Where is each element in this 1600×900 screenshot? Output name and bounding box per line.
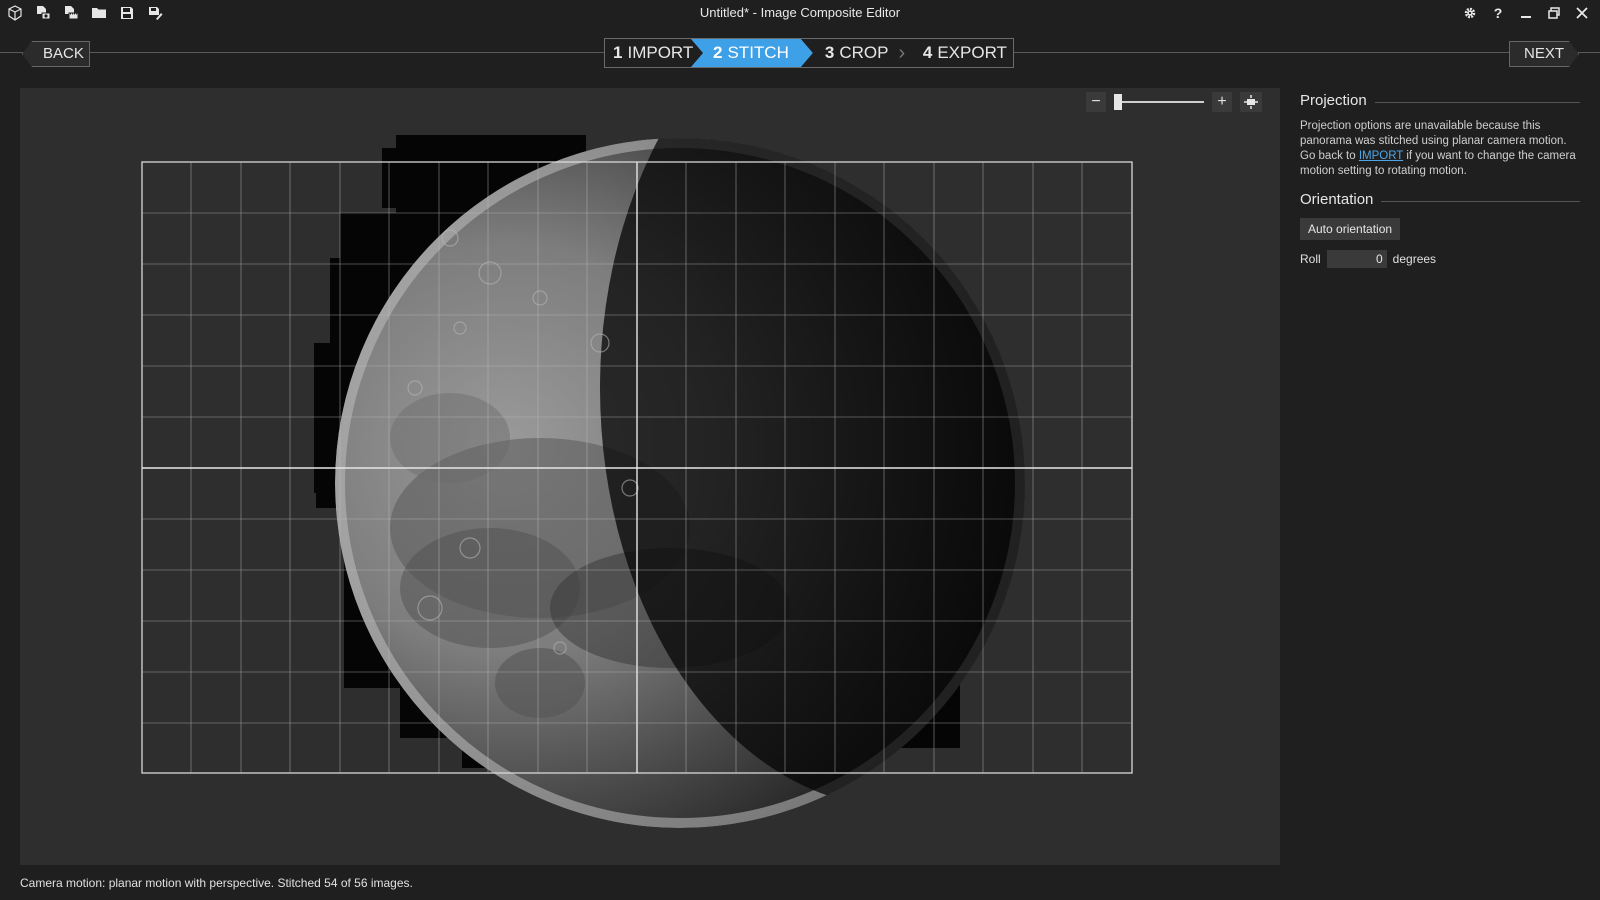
roll-row: Roll 0 degrees (1300, 250, 1580, 268)
properties-panel: Projection Projection options are unavai… (1300, 92, 1580, 268)
alignment-grid (141, 161, 1133, 774)
zoom-in-button[interactable]: + (1212, 92, 1232, 112)
zoom-slider-thumb[interactable] (1114, 94, 1122, 110)
panorama-stage[interactable] (20, 88, 1280, 865)
projection-description: Projection options are unavailable becau… (1300, 119, 1580, 179)
section-title: Orientation (1300, 191, 1374, 208)
chevron-right-icon: › (898, 41, 906, 64)
divider (1381, 201, 1580, 202)
zoom-slider[interactable] (1114, 94, 1204, 110)
section-title: Projection (1300, 92, 1367, 109)
projection-heading: Projection (1300, 92, 1580, 109)
step-label: EXPORT (937, 43, 1007, 62)
next-button[interactable]: NEXT (1509, 41, 1579, 67)
fit-to-window-icon[interactable] (1240, 92, 1262, 112)
divider (1374, 102, 1580, 103)
step-import[interactable]: 1 IMPORT (605, 39, 701, 67)
auto-orientation-button[interactable]: Auto orientation (1300, 218, 1401, 240)
roll-unit: degrees (1392, 252, 1437, 266)
status-bar: Camera motion: planar motion with perspe… (20, 876, 413, 890)
help-icon[interactable]: ? (1486, 2, 1510, 24)
window-title: Untitled* - Image Composite Editor (699, 5, 901, 20)
step-label: IMPORT (627, 43, 694, 62)
roll-input[interactable]: 0 (1326, 250, 1387, 268)
import-link[interactable]: IMPORT (1359, 150, 1403, 162)
gear-icon[interactable] (1458, 2, 1482, 24)
title-bar: Untitled* - Image Composite Editor ? (0, 0, 1600, 26)
step-number: 2 (713, 43, 723, 62)
window-controls: ? (1458, 2, 1594, 24)
step-crop[interactable]: 3 CROP (803, 39, 895, 67)
step-number: 3 (824, 43, 835, 62)
orientation-heading: Orientation (1300, 191, 1580, 208)
step-label: CROP (839, 43, 889, 62)
minimize-icon[interactable] (1514, 2, 1538, 24)
back-button[interactable]: BACK (22, 41, 90, 67)
wizard-steps: 1 IMPORT 2 STITCH 3 CROP › 4 EXPORT (604, 38, 1014, 68)
panorama-canvas[interactable]: − + (20, 88, 1280, 865)
restore-icon[interactable] (1542, 2, 1566, 24)
step-export[interactable]: 4 EXPORT (909, 39, 1013, 67)
step-number: 1 (613, 43, 623, 62)
roll-label: Roll (1300, 252, 1321, 266)
zoom-controls: − + (1086, 92, 1262, 112)
step-label: STITCH (727, 43, 789, 62)
step-stitch[interactable]: 2 STITCH (691, 39, 813, 67)
step-number: 4 (922, 43, 933, 62)
zoom-out-button[interactable]: − (1086, 92, 1106, 112)
close-icon[interactable] (1570, 2, 1594, 24)
